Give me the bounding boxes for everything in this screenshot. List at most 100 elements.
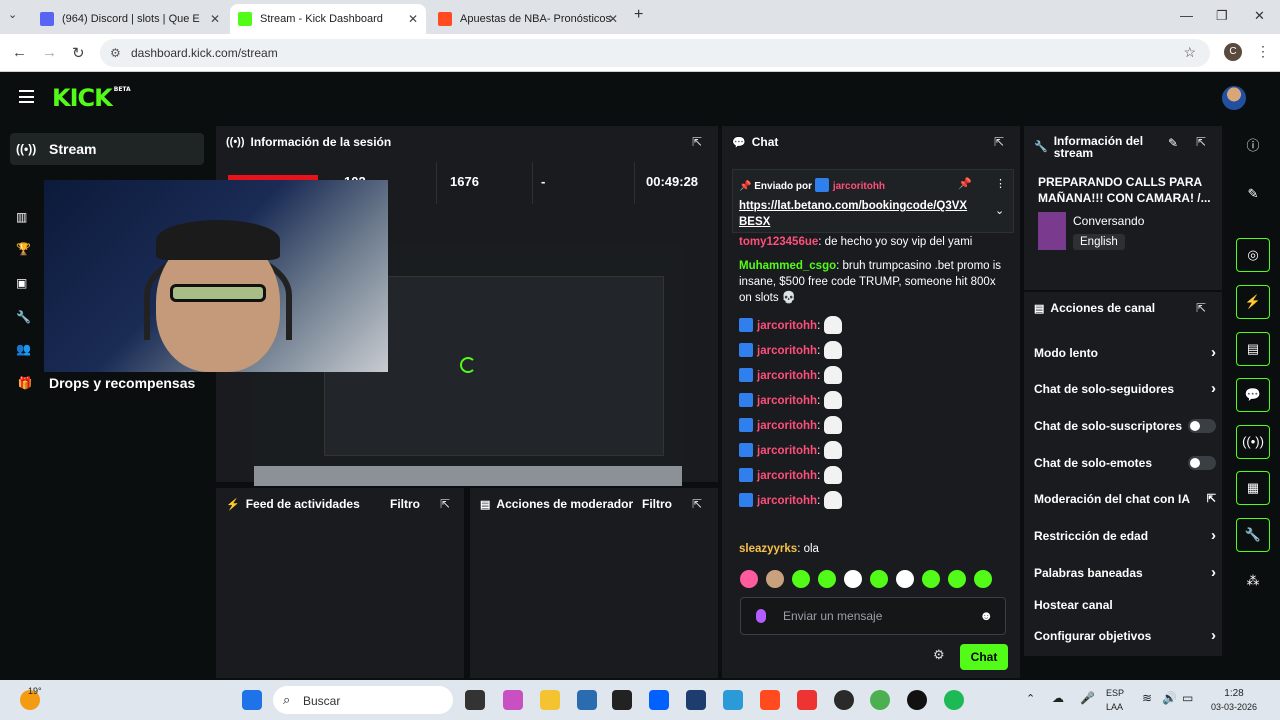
tab-kick-dashboard[interactable]: Stream - Kick Dashboard ✕: [230, 4, 426, 34]
task-view-icon[interactable]: [465, 690, 485, 710]
action-configure-goals[interactable]: Configurar objetivos ›: [1034, 627, 1216, 644]
toggle-switch[interactable]: [1188, 419, 1216, 433]
amazon-icon[interactable]: [612, 690, 632, 710]
tab-discord[interactable]: (964) Discord | slots | Que E ✕: [32, 4, 228, 34]
layout-icon[interactable]: ▦: [1236, 471, 1270, 505]
chrome-icon[interactable]: [870, 690, 890, 710]
microphone-icon[interactable]: [756, 609, 766, 623]
new-tab-plus-icon[interactable]: +: [634, 6, 643, 24]
chat-bubble-icon[interactable]: 💬: [1236, 378, 1270, 412]
toggle-switch[interactable]: [1188, 456, 1216, 470]
broadcast-icon[interactable]: ((•)): [1236, 425, 1270, 459]
action-emotes-only[interactable]: Chat de solo-emotes: [1034, 456, 1216, 470]
document-icon[interactable]: ▤: [1236, 332, 1270, 366]
action-slow-mode[interactable]: Modo lento ›: [1034, 344, 1216, 361]
profile-avatar[interactable]: C: [1224, 43, 1242, 61]
url-text[interactable]: dashboard.kick.com/stream: [131, 46, 278, 60]
edge-icon[interactable]: [723, 690, 743, 710]
close-icon[interactable]: ✕: [210, 12, 220, 26]
action-subscribers-only[interactable]: Chat de solo-suscriptores: [1034, 419, 1216, 433]
obs-icon[interactable]: [834, 690, 854, 710]
window-close-icon[interactable]: ✕: [1254, 8, 1265, 24]
lightning-icon[interactable]: ⚡: [1236, 285, 1270, 319]
edit-pencil-icon[interactable]: ✎: [1236, 178, 1270, 212]
emote-icon[interactable]: [792, 570, 810, 588]
user-avatar[interactable]: [1222, 86, 1246, 110]
reload-icon[interactable]: ↻: [72, 44, 85, 62]
popout-icon[interactable]: ⇱: [692, 497, 702, 511]
input-language[interactable]: ESP: [1106, 688, 1124, 698]
category-name[interactable]: Conversando: [1073, 214, 1144, 228]
emote-icon[interactable]: [870, 570, 888, 588]
clock-date[interactable]: 03-03-2026: [1208, 702, 1260, 712]
dropbox-icon[interactable]: [649, 690, 669, 710]
unpin-icon[interactable]: 📌: [958, 177, 972, 190]
moderator-filter-button[interactable]: Filtro: [642, 497, 672, 511]
emote-icon[interactable]: [922, 570, 940, 588]
trophy-icon[interactable]: 🏆: [16, 242, 31, 256]
forward-arrow-icon[interactable]: →: [42, 44, 57, 61]
tray-chevron-icon[interactable]: ⌃: [1026, 692, 1035, 705]
emote-icon[interactable]: [844, 570, 862, 588]
community-icon[interactable]: 👥: [16, 342, 31, 356]
chevron-down-icon[interactable]: ⌄: [995, 204, 1004, 217]
chat-input[interactable]: Enviar un mensaje ☻: [740, 597, 1006, 635]
tab-search-chevron-icon[interactable]: ⌄: [8, 8, 17, 21]
popout-icon[interactable]: ⇱: [692, 135, 702, 149]
wrench-icon[interactable]: 🔧: [16, 310, 31, 324]
site-info-icon[interactable]: ⚙: [110, 46, 121, 60]
wifi-icon[interactable]: ≋: [1142, 691, 1152, 705]
windows-start-icon[interactable]: [242, 690, 262, 710]
emote-icon[interactable]: [896, 570, 914, 588]
copilot-icon[interactable]: [503, 690, 523, 710]
app-icon[interactable]: [797, 690, 817, 710]
back-arrow-icon[interactable]: ←: [12, 44, 27, 61]
emote-icon[interactable]: [740, 570, 758, 588]
battery-icon[interactable]: ▭: [1182, 691, 1193, 705]
action-followers-only[interactable]: Chat de solo-seguidores ›: [1034, 380, 1216, 397]
capture-icon[interactable]: ◎: [1236, 238, 1270, 272]
url-omnibox[interactable]: ⚙ dashboard.kick.com/stream ☆: [100, 39, 1210, 67]
analytics-icon[interactable]: ▥: [16, 210, 27, 224]
browser-menu-icon[interactable]: ⋮: [1256, 43, 1270, 60]
pinned-link[interactable]: https://lat.betano.com/bookingcode/Q3VX …: [739, 198, 967, 230]
emote-icon[interactable]: [818, 570, 836, 588]
maximize-icon[interactable]: ❐: [1216, 8, 1228, 24]
spotify-icon[interactable]: [944, 690, 964, 710]
volume-icon[interactable]: 🔊: [1162, 691, 1177, 705]
cloud-icon[interactable]: ☁: [1052, 691, 1064, 705]
mic-tray-icon[interactable]: 🎤: [1080, 691, 1095, 705]
emote-icon[interactable]: [948, 570, 966, 588]
sidebar-item-stream[interactable]: ((•)) Stream: [10, 133, 204, 165]
close-icon[interactable]: ✕: [608, 12, 618, 26]
activity-filter-button[interactable]: Filtro: [390, 497, 420, 511]
pinned-message[interactable]: 📌 Enviado por jarcoritohh 📌 ⋮ https://la…: [732, 169, 1014, 233]
emote-icon[interactable]: [766, 570, 784, 588]
betano-icon[interactable]: [760, 690, 780, 710]
popout-icon[interactable]: ⇱: [1196, 301, 1206, 315]
chat-settings-gear-icon[interactable]: ⚙: [933, 647, 945, 663]
tab-betano[interactable]: Apuestas de NBA- Pronósticos ✕: [430, 4, 626, 34]
close-icon[interactable]: ✕: [408, 12, 418, 26]
send-chat-button[interactable]: Chat: [960, 644, 1008, 670]
action-ai-moderation[interactable]: Moderación del chat con IA ⇱: [1034, 492, 1216, 506]
emoji-picker-icon[interactable]: ☻: [979, 608, 993, 623]
clock-time[interactable]: 1:28: [1214, 688, 1254, 699]
booking-icon[interactable]: [686, 690, 706, 710]
popout-icon[interactable]: ⇱: [440, 497, 450, 511]
more-options-icon[interactable]: ⋮: [995, 177, 1006, 190]
connections-icon[interactable]: ⁂: [1236, 565, 1270, 599]
popout-icon[interactable]: ⇱: [994, 135, 1004, 149]
action-age-restriction[interactable]: Restricción de edad ›: [1034, 527, 1216, 544]
kick-logo[interactable]: KICK BETA: [52, 84, 131, 112]
bookmark-star-icon[interactable]: ☆: [1183, 44, 1196, 61]
action-banned-words[interactable]: Palabras baneadas ›: [1034, 564, 1216, 581]
emote-icon[interactable]: [974, 570, 992, 588]
hamburger-menu-icon[interactable]: [19, 90, 34, 103]
file-explorer-icon[interactable]: [540, 690, 560, 710]
info-icon[interactable]: ⓘ: [1236, 130, 1270, 164]
input-region[interactable]: LAA: [1106, 702, 1123, 712]
taskbar-search[interactable]: ⌕ Buscar: [273, 686, 453, 714]
store-icon[interactable]: [577, 690, 597, 710]
media-icon[interactable]: ▣: [16, 276, 27, 290]
